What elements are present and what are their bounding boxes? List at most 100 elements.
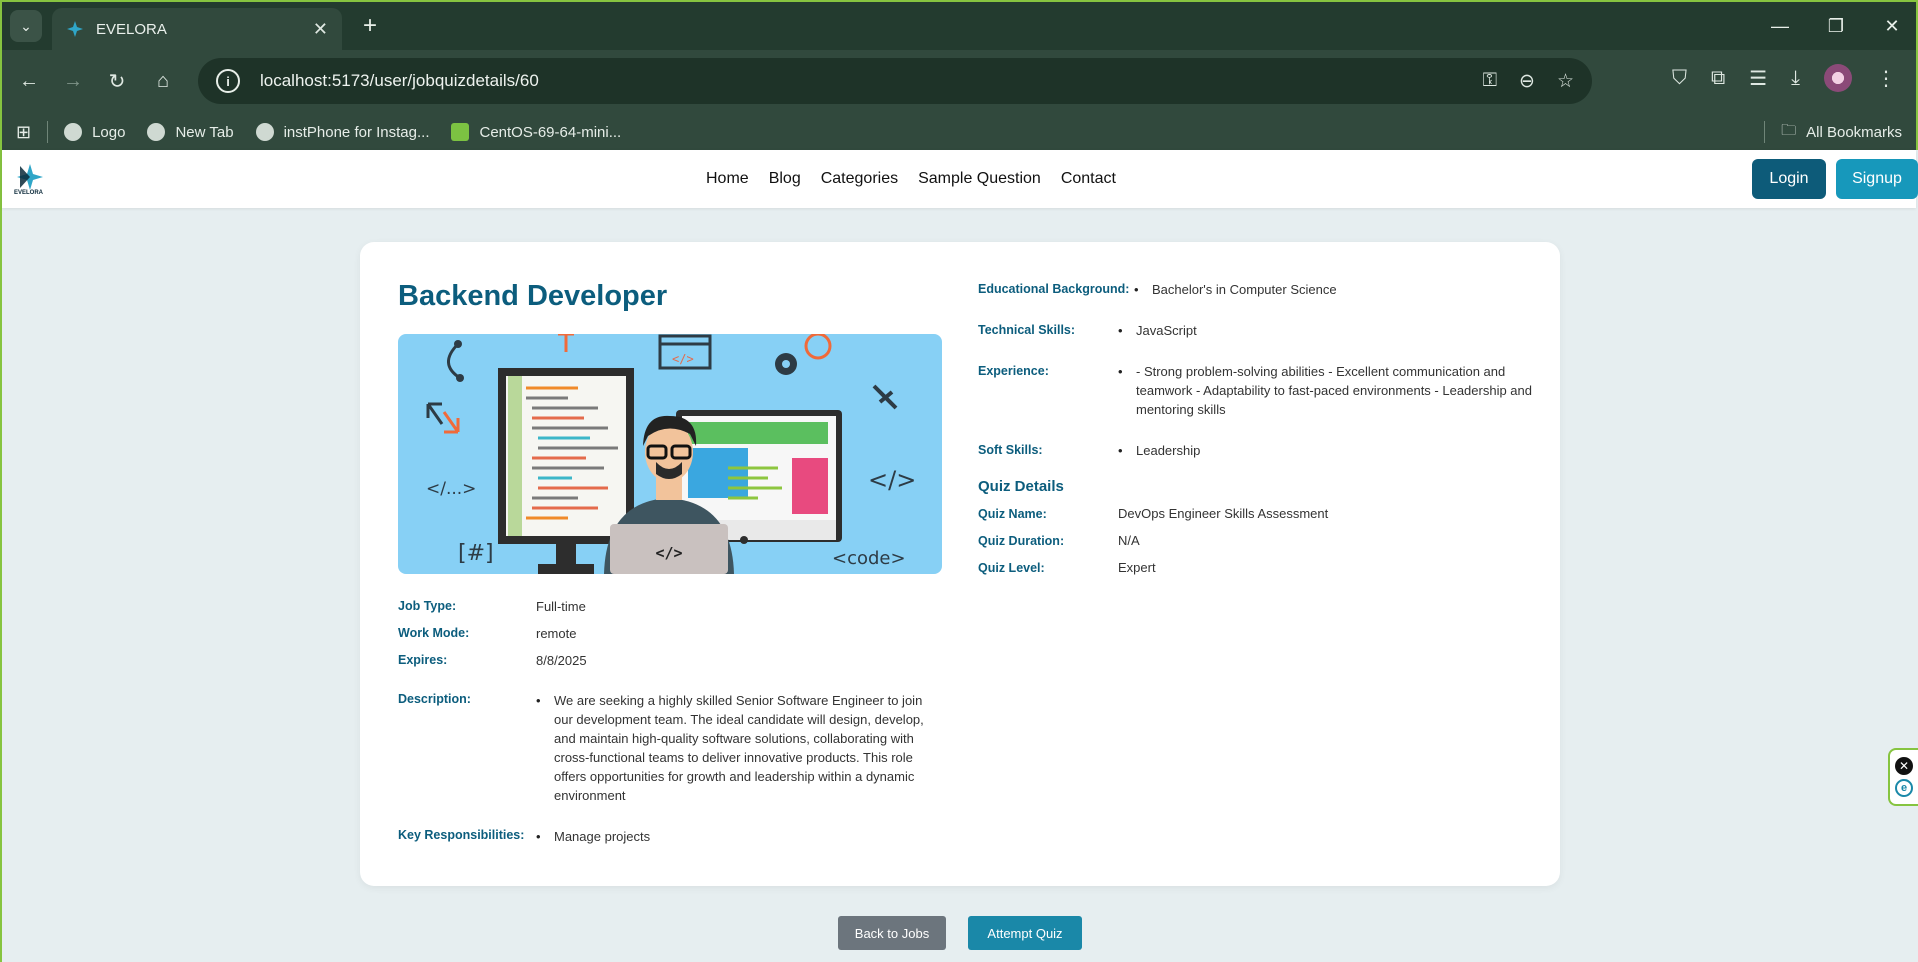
svg-text:</>: </> [868, 466, 916, 494]
globe-icon [147, 123, 166, 141]
skills-list: JavaScript [1118, 321, 1197, 340]
nav-sample-question[interactable]: Sample Question [918, 170, 1041, 188]
svg-text:<code>: <code> [832, 548, 906, 569]
responsibilities-list: Manage projects [536, 827, 650, 846]
job-requirements: Educational Background: Bachelor's in Co… [978, 280, 1538, 586]
address-bar[interactable]: i localhost:5173/user/jobquizdetails/60 … [198, 58, 1592, 104]
experience-item: - Strong problem-solving abilities - Exc… [1118, 362, 1538, 419]
svg-text:[#]: [#] [458, 541, 494, 566]
quiz-duration-row: Quiz Duration: N/A [978, 532, 1538, 550]
responsibilities-label: Key Responsibilities: [398, 828, 525, 842]
soft-skill-item: Leadership [1118, 441, 1200, 460]
nav-categories[interactable]: Categories [821, 170, 898, 188]
window-close-button[interactable]: ✕ [1864, 2, 1918, 50]
experience-row: Experience: - Strong problem-solving abi… [978, 362, 1538, 419]
quiz-level-value: Expert [1118, 560, 1156, 575]
education-row: Educational Background: Bachelor's in Co… [978, 280, 1538, 299]
bookmark-item[interactable]: Logo [64, 123, 125, 141]
browser-chrome: ⌄ EVELORA ✕ + — ❐ ✕ ← → ↻ ⌂ i localhost:… [0, 0, 1918, 152]
all-bookmarks-button[interactable]: 🗀 All Bookmarks [1764, 112, 1902, 152]
bookmark-item[interactable]: instPhone for Instag... [255, 123, 429, 141]
home-icon[interactable]: ⌂ [146, 64, 180, 98]
browser-tab[interactable]: EVELORA ✕ [52, 8, 342, 50]
bookmark-label: New Tab [175, 123, 234, 141]
job-type-label: Job Type: [398, 599, 457, 613]
restore-button[interactable]: ❐ [1808, 2, 1864, 50]
description-list: We are seeking a highly skilled Senior S… [536, 691, 942, 805]
developer-illustration: </> </...> </> [#] <code> </> [398, 334, 942, 574]
tab-title: EVELORA [96, 20, 167, 38]
brand-name: EVELORA [14, 190, 44, 196]
download-icon[interactable]: ⤓ [1791, 67, 1800, 90]
more-menu-icon[interactable]: ⋮ [1876, 66, 1896, 91]
description-text: We are seeking a highly skilled Senior S… [536, 691, 942, 805]
tab-search-button[interactable]: ⌄ [10, 10, 42, 42]
quiz-details-heading: Quiz Details [978, 478, 1064, 495]
quiz-name-row: Quiz Name: DevOps Engineer Skills Assess… [978, 505, 1538, 523]
close-icon[interactable]: ✕ [1895, 757, 1913, 775]
education-list: Bachelor's in Computer Science [1134, 280, 1337, 299]
new-tab-button[interactable]: + [354, 10, 386, 42]
attempt-quiz-button[interactable]: Attempt Quiz [968, 916, 1082, 950]
extensions-icon[interactable]: ⧉ [1711, 67, 1725, 90]
folder-icon: 🗀 [1781, 121, 1797, 139]
close-icon[interactable]: ✕ [313, 19, 328, 40]
globe-icon [64, 123, 83, 141]
main-nav: Home Blog Categories Sample Question Con… [706, 150, 1116, 208]
site-header: EVELORA Home Blog Categories Sample Ques… [2, 150, 1918, 208]
back-to-jobs-button[interactable]: Back to Jobs [838, 916, 946, 950]
centos-icon [451, 123, 470, 141]
browser-toolbar: ← → ↻ ⌂ i localhost:5173/user/jobquizdet… [2, 50, 1916, 112]
url-text[interactable]: localhost:5173/user/jobquizdetails/60 [260, 71, 539, 91]
svg-text:</...>: </...> [426, 479, 476, 499]
apps-grid-icon[interactable]: ⊞ [16, 122, 31, 143]
bookmarks-bar: ⊞ Logo New Tab instPhone for Instag... C… [2, 112, 1916, 152]
minimize-button[interactable]: — [1752, 2, 1808, 50]
nav-contact[interactable]: Contact [1061, 170, 1116, 188]
quiz-duration-value: N/A [1118, 533, 1140, 548]
work-mode-label: Work Mode: [398, 626, 470, 640]
expires-row: Expires: 8/8/2025 [398, 652, 942, 669]
edge-e-icon[interactable]: e [1895, 779, 1913, 797]
shield-icon[interactable]: ⛉ [1672, 67, 1687, 90]
forward-arrow-icon[interactable]: → [56, 64, 90, 98]
quiz-name-label: Quiz Name: [978, 507, 1047, 521]
work-mode-value: remote [536, 626, 577, 641]
job-basic-info: Job Type: Full-time Work Mode: remote Ex… [398, 598, 942, 856]
skills-row: Technical Skills: JavaScript [978, 321, 1538, 340]
tab-strip: ⌄ EVELORA ✕ + — ❐ ✕ [2, 2, 1916, 50]
soft-skills-row: Soft Skills: Leadership [978, 441, 1538, 460]
bookmark-item[interactable]: CentOS-69-64-mini... [451, 123, 621, 141]
skills-label: Technical Skills: [978, 323, 1076, 337]
back-arrow-icon[interactable]: ← [12, 64, 46, 98]
page-title: Backend Developer [398, 280, 668, 312]
bookmark-label: CentOS-69-64-mini... [479, 123, 622, 141]
key-icon[interactable]: ⚿ [1483, 70, 1497, 92]
expires-value: 8/8/2025 [536, 653, 587, 668]
site-info-icon[interactable]: i [216, 69, 240, 93]
evelora-favicon-icon [67, 21, 83, 37]
star-icon[interactable]: ☆ [1557, 70, 1574, 93]
zoom-icon[interactable]: ⊖ [1519, 70, 1535, 93]
job-type-value: Full-time [536, 599, 586, 614]
job-type-row: Job Type: Full-time [398, 598, 942, 615]
nav-home[interactable]: Home [706, 170, 749, 188]
quiz-level-row: Quiz Level: Expert [978, 559, 1538, 577]
profile-avatar[interactable] [1824, 64, 1852, 92]
extension-icons: ⛉ ⧉ ☰ ⤓ ⋮ [1672, 64, 1896, 92]
bookmark-item[interactable]: New Tab [147, 123, 234, 141]
signup-button[interactable]: Signup [1836, 159, 1918, 199]
education-item: Bachelor's in Computer Science [1134, 280, 1337, 299]
work-mode-row: Work Mode: remote [398, 625, 942, 642]
all-bookmarks-label: All Bookmarks [1806, 123, 1902, 141]
login-button[interactable]: Login [1752, 159, 1826, 199]
skill-item: JavaScript [1118, 321, 1197, 340]
nav-blog[interactable]: Blog [769, 170, 801, 188]
reload-icon[interactable]: ↻ [100, 64, 134, 98]
svg-text:</>: </> [655, 544, 682, 562]
svg-text:</>: </> [672, 352, 694, 366]
responsibility-item: Manage projects [536, 827, 650, 846]
reading-list-icon[interactable]: ☰ [1749, 66, 1767, 91]
experience-list: - Strong problem-solving abilities - Exc… [1118, 362, 1538, 419]
responsibilities-row: Key Responsibilities: Manage projects [398, 827, 942, 846]
